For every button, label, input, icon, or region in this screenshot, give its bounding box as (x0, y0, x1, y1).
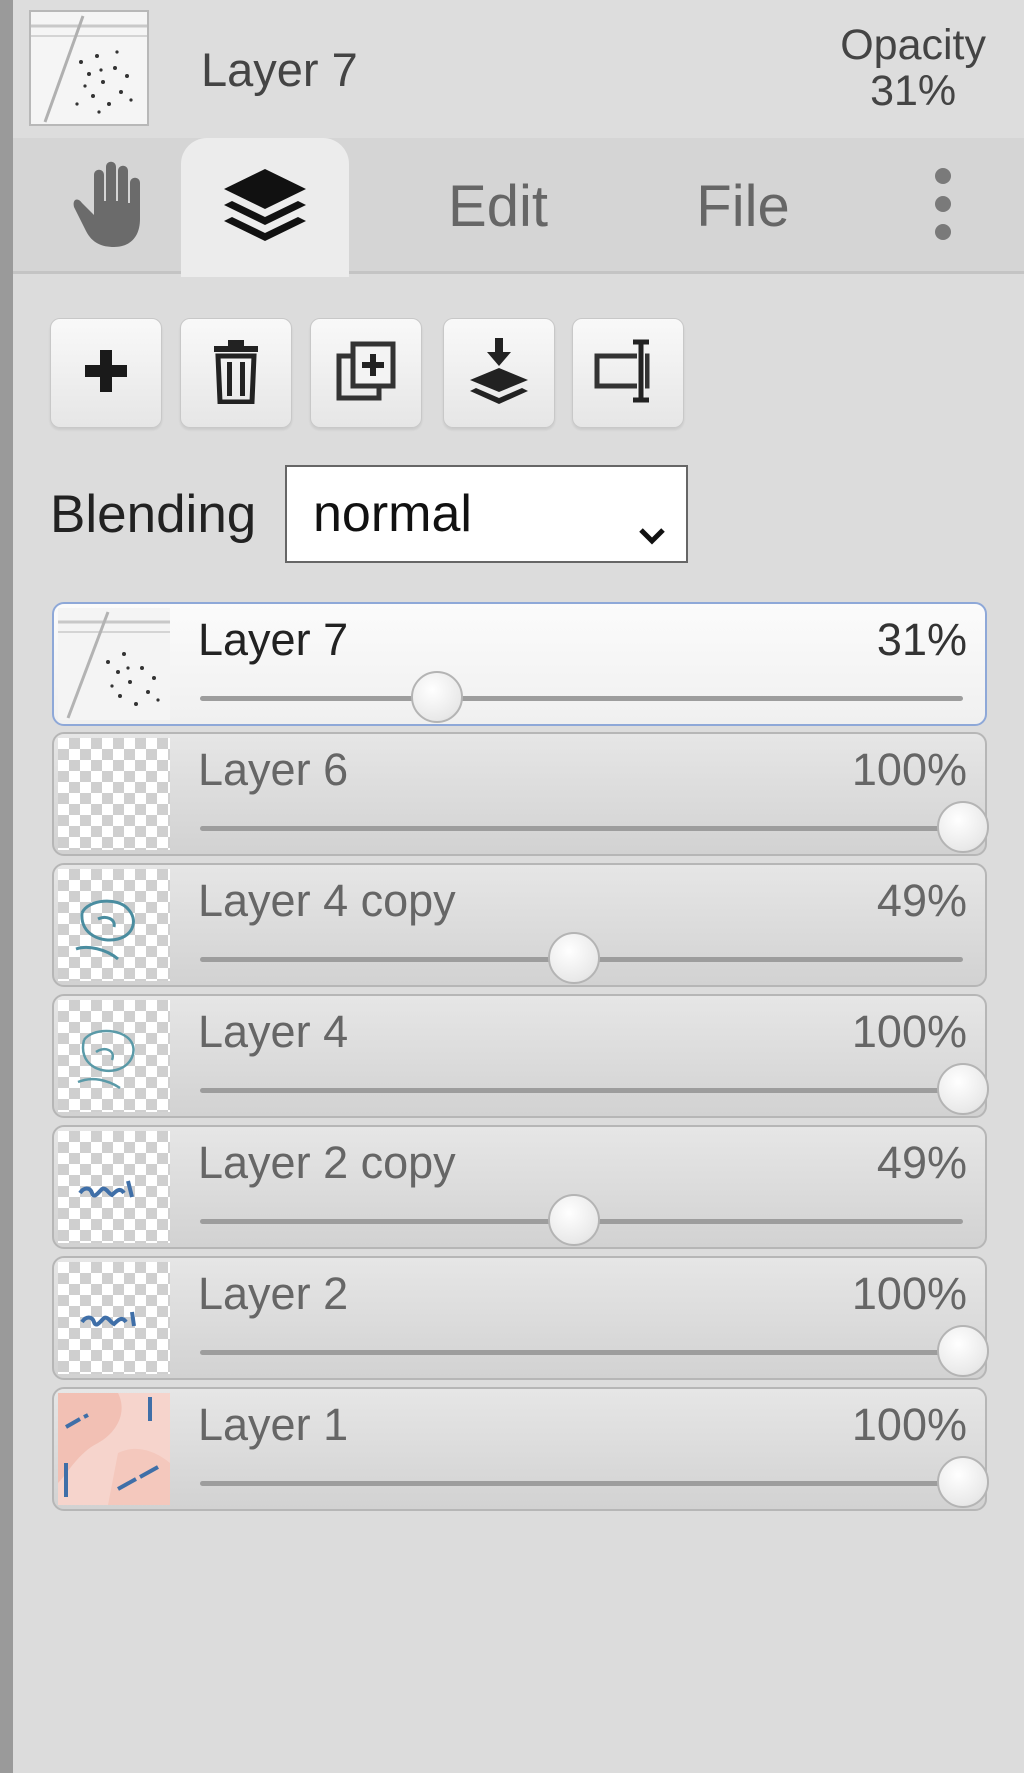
slider-thumb[interactable] (937, 801, 989, 853)
layer-thumbnail (58, 738, 170, 850)
layer-row[interactable]: Layer 4 100% (52, 994, 989, 1118)
delete-layer-button[interactable] (180, 318, 292, 428)
layer-name: Layer 2 (198, 1268, 349, 1319)
layer-row[interactable]: Layer 1 100% (52, 1387, 989, 1511)
layer-thumbnail (58, 1131, 170, 1243)
layer-opacity-slider[interactable] (200, 671, 963, 723)
layer-name: Layer 6 (198, 744, 349, 795)
slider-track (200, 826, 963, 831)
layer-row[interactable]: Layer 2 copy 49% (52, 1125, 987, 1249)
current-layer-opacity: Opacity 31% (840, 22, 986, 114)
layer-name: Layer 4 copy (198, 875, 456, 926)
layer-thumbnail (58, 608, 170, 720)
layer-row[interactable]: Layer 4 copy 49% (52, 863, 987, 987)
current-layer-thumbnail (29, 10, 149, 126)
slider-thumb[interactable] (410, 671, 463, 723)
layer-opacity-slider[interactable] (200, 1194, 963, 1246)
layer-opacity-value: 49% (876, 875, 967, 926)
hand-icon (68, 159, 148, 254)
layer-header: Layer 7 Opacity 31% (13, 0, 1024, 138)
layer-thumbnail (58, 1393, 170, 1505)
tab-hand[interactable] (43, 138, 173, 274)
layer-name: Layer 7 (198, 614, 349, 665)
layer-name: Layer 1 (198, 1399, 349, 1450)
duplicate-layer-button[interactable] (310, 318, 422, 428)
rename-icon (593, 338, 663, 409)
more-vertical-icon (931, 164, 955, 249)
trash-icon (210, 338, 262, 409)
layer-row[interactable]: Layer 6 100% (52, 732, 989, 856)
slider-thumb[interactable] (937, 1456, 989, 1508)
layer-opacity-value: 100% (851, 1399, 967, 1450)
layer-opacity-slider[interactable] (200, 801, 989, 853)
tab-file[interactable]: File (663, 138, 823, 274)
slider-thumb[interactable] (547, 1194, 600, 1246)
layer-opacity-value: 100% (851, 744, 967, 795)
panel-left-edge (0, 0, 13, 1773)
layer-row[interactable]: Layer 2 100% (52, 1256, 989, 1380)
blending-label: Blending (50, 485, 257, 544)
blending-mode-select[interactable]: normal (285, 465, 688, 563)
layer-opacity-slider[interactable] (200, 932, 963, 984)
slider-thumb[interactable] (937, 1063, 989, 1115)
layer-opacity-slider[interactable] (200, 1063, 989, 1115)
slider-thumb[interactable] (937, 1325, 989, 1377)
opacity-value: 31% (870, 67, 957, 115)
rename-layer-button[interactable] (572, 318, 684, 428)
layer-thumbnail (58, 1000, 170, 1112)
layer-name: Layer 2 copy (198, 1137, 456, 1188)
layer-opacity-slider[interactable] (200, 1456, 989, 1508)
add-layer-icon (81, 346, 131, 401)
opacity-label: Opacity (840, 21, 986, 69)
layers-icon (220, 163, 310, 252)
layer-opacity-value: 100% (851, 1268, 967, 1319)
merge-down-icon (466, 336, 532, 411)
slider-thumb[interactable] (547, 932, 600, 984)
tab-edit[interactable]: Edit (408, 138, 588, 274)
merge-down-button[interactable] (443, 318, 555, 428)
chevron-down-icon (638, 499, 666, 559)
tab-layers[interactable] (181, 138, 349, 277)
more-menu-button[interactable] (913, 138, 973, 274)
layer-opacity-slider[interactable] (200, 1325, 989, 1377)
layer-opacity-value: 100% (851, 1006, 967, 1057)
layer-opacity-value: 31% (876, 614, 967, 665)
layer-thumbnail (58, 869, 170, 981)
layer-opacity-value: 49% (876, 1137, 967, 1188)
layer-name: Layer 4 (198, 1006, 349, 1057)
add-layer-button[interactable] (50, 318, 162, 428)
layer-thumbnail (58, 1262, 170, 1374)
slider-track (200, 1350, 963, 1355)
current-layer-name: Layer 7 (201, 43, 358, 96)
layer-row[interactable]: Layer 7 31% (52, 602, 987, 726)
tab-bar: Edit File (13, 138, 1024, 277)
slider-track (200, 696, 963, 701)
duplicate-layer-icon (335, 340, 397, 407)
slider-track (200, 1088, 963, 1093)
slider-track (200, 1481, 963, 1486)
blending-mode-value: normal (313, 485, 472, 543)
